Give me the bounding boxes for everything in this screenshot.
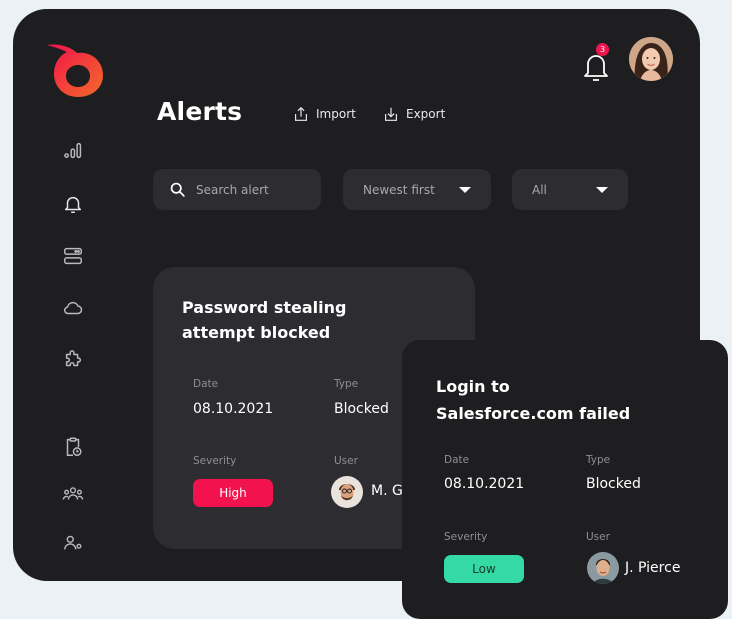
nav-cloud[interactable] <box>61 296 85 320</box>
alert-title-line: Password stealing <box>182 298 347 317</box>
chevron-down-icon <box>459 186 471 193</box>
nav-account[interactable] <box>61 531 85 555</box>
user-label: User <box>586 531 610 543</box>
chevron-down-icon <box>596 186 608 193</box>
type-label: Type <box>586 454 611 466</box>
users-icon <box>62 487 84 500</box>
user-label: User <box>334 455 358 467</box>
type-label: Type <box>334 378 359 390</box>
import-label: Import <box>316 107 356 121</box>
alert-title-line: attempt blocked <box>182 323 331 342</box>
upload-icon <box>295 106 307 121</box>
cloud-icon <box>64 301 83 315</box>
page-title: Alerts <box>157 97 243 126</box>
alert-title-line: Salesforce.com failed <box>436 404 631 423</box>
alert-title: Password stealing attempt blocked <box>182 295 346 345</box>
profile-avatar[interactable] <box>629 37 673 81</box>
nav-reports[interactable] <box>61 435 85 459</box>
sort-select-value: Newest first <box>363 182 435 197</box>
bell-icon <box>64 196 82 213</box>
user-name: J. Pierce <box>625 560 681 576</box>
alert-card[interactable]: Login to Salesforce.com failed Date 08.1… <box>402 340 728 619</box>
download-icon <box>385 107 397 121</box>
nav-analytics[interactable] <box>61 139 85 163</box>
date-value: 08.10.2021 <box>193 401 274 417</box>
search-input[interactable]: Search alert <box>153 169 321 210</box>
status-select[interactable]: All <box>512 169 628 210</box>
severity-label: Severity <box>444 531 488 543</box>
alert-title-line: Login to <box>436 377 510 396</box>
date-label: Date <box>444 454 470 466</box>
type-value: Blocked <box>334 401 389 417</box>
date-label: Date <box>193 378 219 390</box>
puzzle-icon <box>65 350 82 367</box>
clipboard-clock-icon <box>66 437 82 456</box>
woman-portrait-image <box>629 37 673 81</box>
export-label: Export <box>406 107 446 121</box>
date-value: 08.10.2021 <box>444 476 525 492</box>
sort-select[interactable]: Newest first <box>343 169 491 210</box>
man-portrait-image <box>331 476 363 508</box>
import-button[interactable]: Import <box>292 105 356 123</box>
alert-title: Login to Salesforce.com failed <box>436 373 630 427</box>
search-placeholder: Search alert <box>196 182 269 197</box>
search-icon <box>170 182 185 197</box>
severity-badge: Low <box>444 555 524 583</box>
nav-servers[interactable] <box>61 244 85 268</box>
severity-badge: High <box>193 479 273 507</box>
user-avatar <box>331 476 363 508</box>
man-portrait-image <box>587 552 619 584</box>
nav-alerts[interactable] <box>61 192 85 216</box>
brand-logo <box>47 44 103 97</box>
bar-chart-icon <box>64 142 82 159</box>
export-button[interactable]: Export <box>382 105 445 123</box>
severity-label: Severity <box>193 455 237 467</box>
status-select-value: All <box>532 182 547 197</box>
server-icon <box>64 247 82 265</box>
notification-count-badge: 3 <box>596 43 609 56</box>
nav-integrations[interactable] <box>61 348 85 372</box>
user-avatar <box>587 552 619 584</box>
type-value: Blocked <box>586 476 641 492</box>
user-name: M. G <box>371 483 403 499</box>
nav-team[interactable] <box>61 482 85 506</box>
user-settings-icon <box>64 535 82 550</box>
